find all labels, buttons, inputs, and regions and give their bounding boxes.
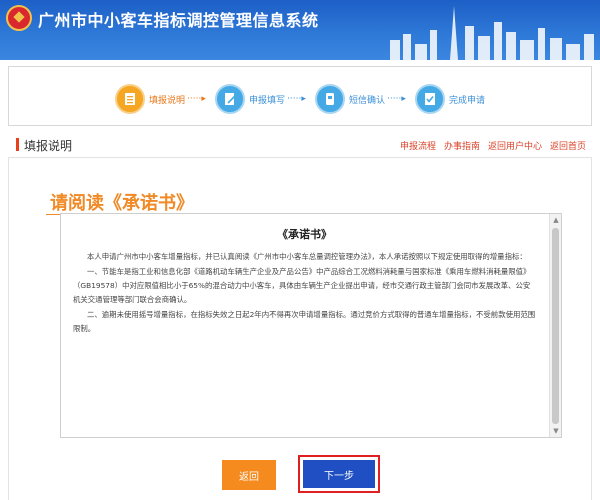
step-label: 短信确认 [349,95,386,106]
document-paragraph: 本人申请广州市中小客车增量指标，并已认真阅读《广州市中小客车总量调控管理办法》，… [87,252,527,261]
next-step-button[interactable]: 下一步 [303,460,375,488]
step-arrow: ·····▸ [287,94,306,104]
document-scrollbar[interactable]: ▲ ▼ [549,214,561,437]
phone-sms-icon [315,84,345,114]
progress-steps: 填报说明 ·····▸ 申报填写 ·····▸ 短信确认 ·····▸ 完成申请 [8,66,592,126]
document-paragraph: 一、节能车是指工业和信息化部《道路机动车辆生产企业及产品公告》中产品综合工况燃料… [73,267,531,304]
document-list-icon [115,84,145,114]
link-user-center[interactable]: 返回用户中心 [488,139,542,152]
step-complete: 完成申请 [415,84,485,114]
app-header: 广州市中小客车指标调控管理信息系统 [0,0,600,60]
back-button[interactable]: 返回 [222,460,276,490]
step-arrow: ·····▸ [387,94,406,104]
section-title: 填报说明 [24,139,73,153]
step-label: 完成申请 [449,95,486,106]
quick-links: 申报流程 办事指南 返回用户中心 返回首页 [400,139,586,152]
step-sms-confirm: 短信确认 ·····▸ [315,84,406,114]
step-fill-application: 申报填写 ·····▸ [215,84,306,114]
document-paragraph: 二、逾期未使用摇号增量指标，在指标失效之日起2年内不得再次申请增量指标。通过竞价… [73,310,536,333]
link-home[interactable]: 返回首页 [550,139,586,152]
link-service-guide[interactable]: 办事指南 [444,139,480,152]
section-marker [16,138,19,151]
scroll-up-icon[interactable]: ▲ [550,214,561,226]
step-label: 申报填写 [249,95,286,106]
section-header: 填报说明 申报流程 办事指南 返回用户中心 返回首页 [8,130,592,158]
read-commitment-heading: 请阅读《承诺书》 [50,193,194,214]
commitment-document[interactable]: 《承诺书》 本人申请广州市中小客车增量指标，并已认真阅读《广州市中小客车总量调控… [60,213,562,438]
step-label: 填报说明 [149,95,186,106]
complete-check-icon [415,84,445,114]
scroll-down-icon[interactable]: ▼ [550,425,561,437]
next-step-highlight: 下一步 [298,455,380,493]
link-apply-process[interactable]: 申报流程 [400,139,436,152]
scrollbar-thumb[interactable] [552,228,559,424]
edit-form-icon [215,84,245,114]
step-arrow: ·····▸ [187,94,206,104]
document-title: 《承诺书》 [277,228,332,241]
app-title: 广州市中小客车指标调控管理信息系统 [38,11,319,30]
document-content: 《承诺书》 本人申请广州市中小客车增量指标，并已认真阅读《广州市中小客车总量调控… [61,214,550,337]
city-skyline-illustration [390,6,594,60]
step-fill-instructions: 填报说明 ·····▸ [115,84,206,114]
emblem-logo [6,5,32,31]
